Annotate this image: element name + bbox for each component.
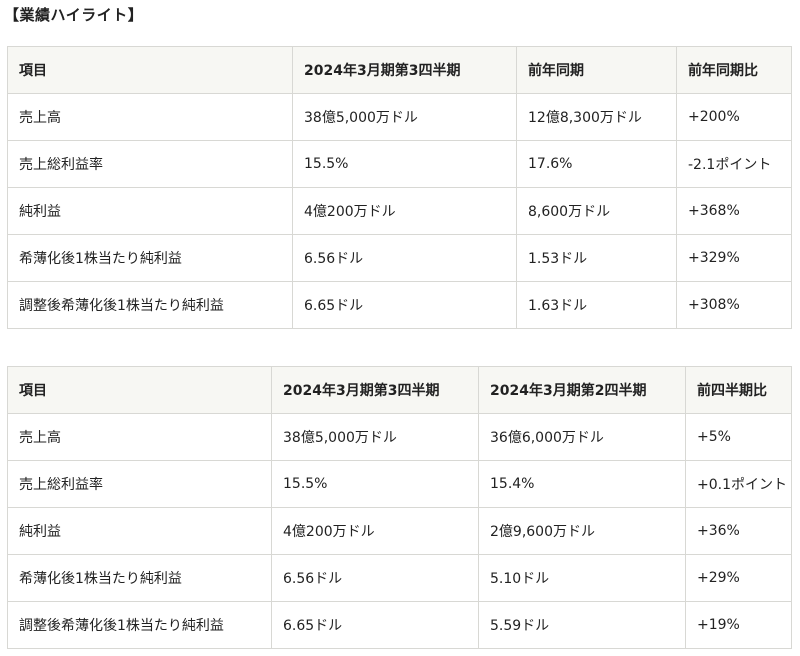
page: 【業績ハイライト】 項目 2024年3月期第3四半期 前年同期 前年同期比 売上…: [0, 0, 800, 656]
change-value: +36%: [685, 507, 792, 555]
row-label: 希薄化後1株当たり純利益: [7, 554, 272, 602]
row-label: 純利益: [7, 507, 272, 555]
current-value: 15.5%: [271, 460, 479, 508]
section-heading: 【業績ハイライト】: [4, 6, 144, 24]
change-value: +29%: [685, 554, 792, 602]
prior-value: 36億6,000万ドル: [478, 413, 686, 461]
row-label: 売上高: [7, 413, 272, 461]
change-value: +19%: [685, 601, 792, 649]
table-row: 売上高 38億5,000万ドル 12億8,300万ドル +200%: [7, 93, 792, 141]
prior-value: 5.10ドル: [478, 554, 686, 602]
change-value: -2.1ポイント: [676, 140, 792, 188]
table-row: 希薄化後1株当たり純利益 6.56ドル 5.10ドル +29%: [7, 554, 792, 602]
prior-value: 15.4%: [478, 460, 686, 508]
change-value: +329%: [676, 234, 792, 282]
change-value: +0.1ポイント: [685, 460, 792, 508]
current-value: 6.65ドル: [292, 281, 517, 329]
row-label: 純利益: [7, 187, 293, 235]
table-row: 調整後希薄化後1株当たり純利益 6.65ドル 1.63ドル +308%: [7, 281, 792, 329]
current-value: 6.65ドル: [271, 601, 479, 649]
yoy-results-table: 項目 2024年3月期第3四半期 前年同期 前年同期比 売上高 38億5,000…: [7, 46, 792, 329]
table-row: 売上総利益率 15.5% 17.6% -2.1ポイント: [7, 140, 792, 188]
table-header-row: 項目 2024年3月期第3四半期 前年同期 前年同期比: [7, 46, 792, 94]
prior-value: 8,600万ドル: [516, 187, 677, 235]
table-row: 純利益 4億200万ドル 2億9,600万ドル +36%: [7, 507, 792, 555]
prior-value: 12億8,300万ドル: [516, 93, 677, 141]
current-value: 38億5,000万ドル: [292, 93, 517, 141]
current-value: 6.56ドル: [271, 554, 479, 602]
row-label: 売上総利益率: [7, 140, 293, 188]
row-label: 希薄化後1株当たり純利益: [7, 234, 293, 282]
prior-value: 5.59ドル: [478, 601, 686, 649]
row-label: 調整後希薄化後1株当たり純利益: [7, 281, 293, 329]
row-label: 売上総利益率: [7, 460, 272, 508]
column-header-yoy-change: 前年同期比: [676, 46, 792, 94]
qoq-results-table: 項目 2024年3月期第3四半期 2024年3月期第2四半期 前四半期比 売上高…: [7, 366, 792, 649]
table-row: 売上総利益率 15.5% 15.4% +0.1ポイント: [7, 460, 792, 508]
column-header-prior-year: 前年同期: [516, 46, 677, 94]
current-value: 38億5,000万ドル: [271, 413, 479, 461]
column-header-item: 項目: [7, 46, 293, 94]
column-header-prior-quarter: 2024年3月期第2四半期: [478, 366, 686, 414]
change-value: +368%: [676, 187, 792, 235]
table-header-row: 項目 2024年3月期第3四半期 2024年3月期第2四半期 前四半期比: [7, 366, 792, 414]
table-row: 希薄化後1株当たり純利益 6.56ドル 1.53ドル +329%: [7, 234, 792, 282]
row-label: 調整後希薄化後1株当たり純利益: [7, 601, 272, 649]
current-value: 15.5%: [292, 140, 517, 188]
change-value: +200%: [676, 93, 792, 141]
current-value: 4億200万ドル: [292, 187, 517, 235]
prior-value: 2億9,600万ドル: [478, 507, 686, 555]
column-header-current-quarter: 2024年3月期第3四半期: [271, 366, 479, 414]
column-header-item: 項目: [7, 366, 272, 414]
prior-value: 17.6%: [516, 140, 677, 188]
change-value: +5%: [685, 413, 792, 461]
change-value: +308%: [676, 281, 792, 329]
column-header-current-quarter: 2024年3月期第3四半期: [292, 46, 517, 94]
column-header-qoq-change: 前四半期比: [685, 366, 792, 414]
current-value: 4億200万ドル: [271, 507, 479, 555]
table-row: 純利益 4億200万ドル 8,600万ドル +368%: [7, 187, 792, 235]
prior-value: 1.53ドル: [516, 234, 677, 282]
current-value: 6.56ドル: [292, 234, 517, 282]
table-row: 売上高 38億5,000万ドル 36億6,000万ドル +5%: [7, 413, 792, 461]
row-label: 売上高: [7, 93, 293, 141]
table-row: 調整後希薄化後1株当たり純利益 6.65ドル 5.59ドル +19%: [7, 601, 792, 649]
prior-value: 1.63ドル: [516, 281, 677, 329]
